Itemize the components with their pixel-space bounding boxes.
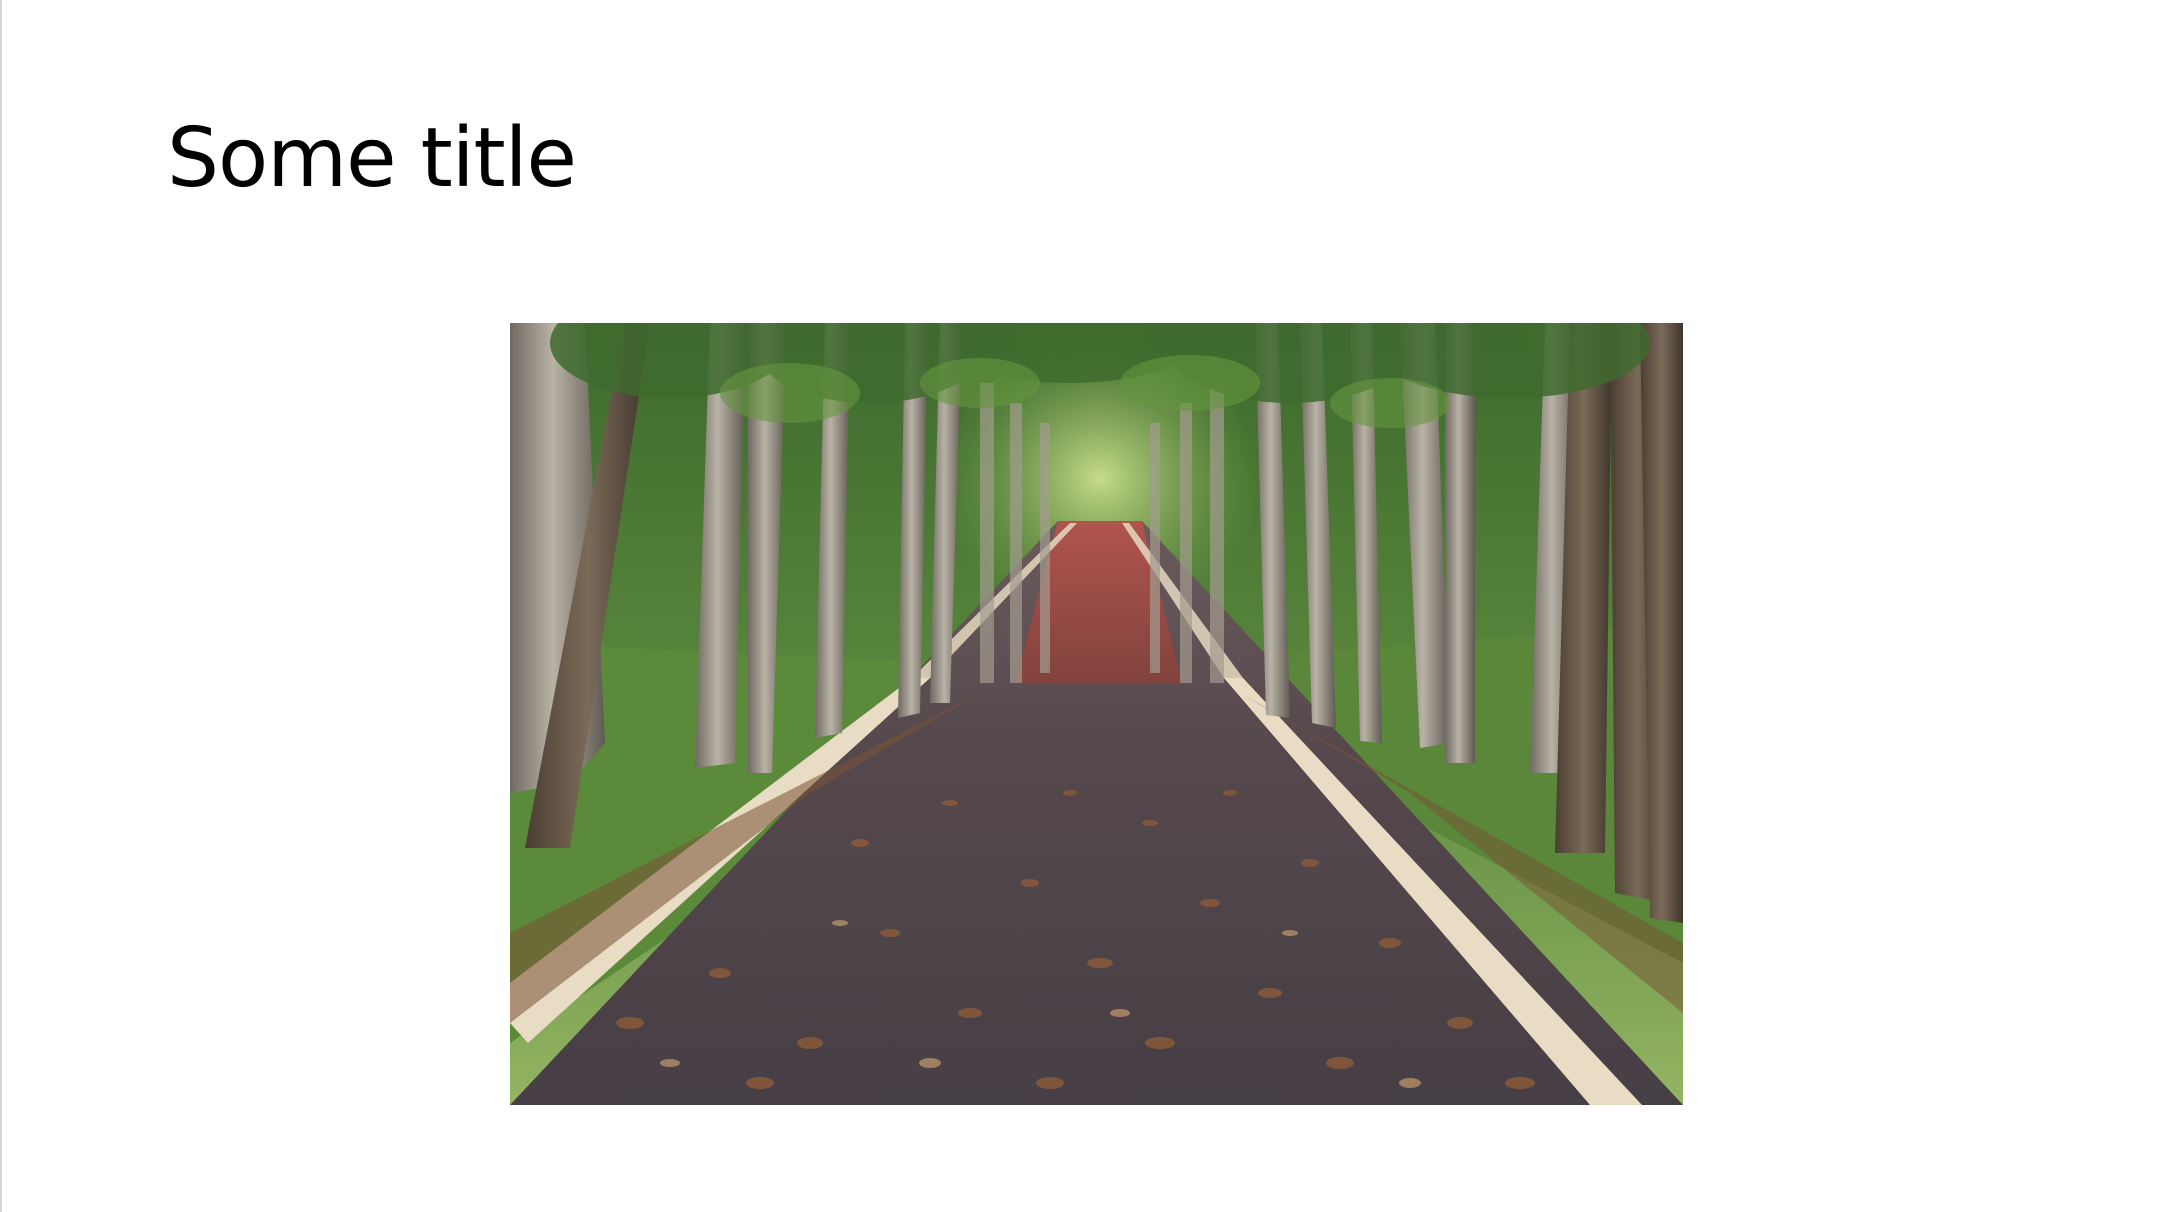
slide-canvas: Some title <box>2 0 2184 1212</box>
slide-title[interactable]: Some title <box>167 118 577 200</box>
forest-road-picture[interactable] <box>510 323 1683 1105</box>
